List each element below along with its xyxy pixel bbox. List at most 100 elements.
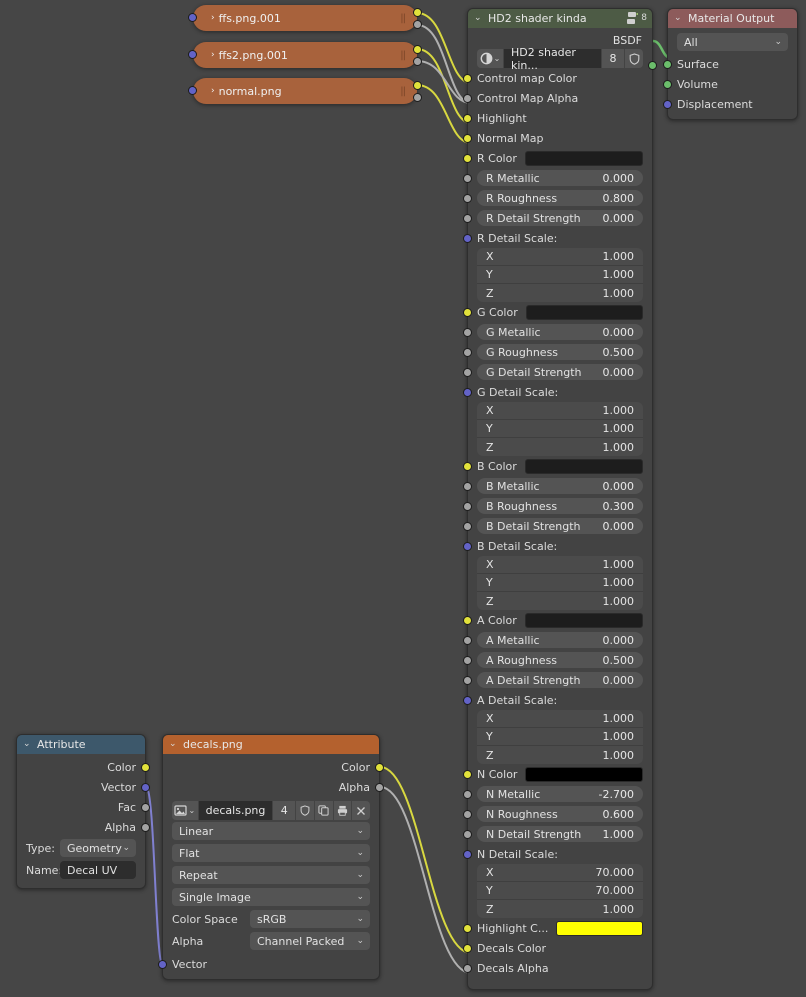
socket-in[interactable] — [463, 308, 472, 317]
input-row-decals-color[interactable]: Decals Color — [463, 938, 652, 958]
socket-alpha-out[interactable] — [141, 823, 150, 832]
socket-in[interactable] — [463, 656, 472, 665]
datablock-name[interactable]: HD2 shader kin... — [504, 46, 601, 72]
socket-in[interactable] — [463, 174, 472, 183]
input-row-control-map-color[interactable]: Control map Color — [463, 68, 652, 88]
vector-component-x[interactable]: X 1.000 — [477, 710, 643, 728]
socket-color-out[interactable] — [141, 763, 150, 772]
vector-field-group[interactable]: X 1.000 Y 1.000 Z 1.000 — [477, 402, 643, 456]
value-slider[interactable]: A Roughness 0.500 — [477, 652, 643, 668]
socket-in[interactable] — [463, 696, 472, 705]
vector-component-y[interactable]: Y 70.000 — [477, 882, 643, 900]
image-setting-dropdown-3[interactable]: Single Image ⌄ — [172, 888, 370, 906]
node-header[interactable]: ⌄ HD2 shader kinda 8 — [468, 9, 652, 28]
input-row-n-color[interactable]: N Color — [463, 764, 652, 784]
collapsed-node-ffs2-png[interactable]: › ffs2.png.001 || — [188, 42, 422, 68]
socket-in[interactable] — [463, 134, 472, 143]
vector-field-group[interactable]: X 1.000 Y 1.000 Z 1.000 — [477, 556, 643, 610]
vector-component-z[interactable]: Z 1.000 — [477, 900, 643, 918]
value-slider[interactable]: A Detail Strength 0.000 — [477, 672, 643, 688]
node-header[interactable]: ⌄ Material Output — [668, 9, 797, 28]
image-datablock-selector[interactable]: ⌄ decals.png 4 — [172, 801, 370, 820]
value-slider[interactable]: N Detail Strength 1.000 — [477, 826, 643, 842]
socket-in[interactable] — [463, 74, 472, 83]
socket-in[interactable] — [463, 964, 472, 973]
socket-color-out[interactable] — [413, 81, 422, 90]
vector-component-y[interactable]: Y 1.000 — [477, 728, 643, 746]
socket-in[interactable] — [463, 368, 472, 377]
fake-user-shield-icon[interactable] — [625, 49, 643, 68]
color-swatch[interactable] — [524, 150, 643, 166]
input-row-b-detail-scale[interactable]: B Detail Scale: — [463, 536, 652, 556]
socket-displacement-in[interactable] — [663, 100, 672, 109]
input-row-normal-map[interactable]: Normal Map — [463, 128, 652, 148]
collapse-triangle-icon[interactable]: ⌄ — [169, 740, 180, 749]
socket-in[interactable] — [463, 462, 472, 471]
value-slider[interactable]: R Detail Strength 0.000 — [477, 210, 643, 226]
input-row-b-metallic[interactable]: B Metallic 0.000 — [463, 476, 652, 496]
type-dropdown[interactable]: Geometry ⌄ — [60, 839, 136, 857]
output-row-alpha[interactable]: Alpha — [17, 817, 150, 837]
input-row-a-metallic[interactable]: A Metallic 0.000 — [463, 630, 652, 650]
collapse-triangle-icon[interactable]: › — [211, 50, 215, 60]
collapse-triangle-icon[interactable]: ⌄ — [23, 740, 34, 749]
socket-in[interactable] — [463, 234, 472, 243]
output-row-fac[interactable]: Fac — [17, 797, 150, 817]
socket-in[interactable] — [463, 676, 472, 685]
input-row-surface[interactable]: Surface — [663, 54, 797, 74]
input-row-n-roughness[interactable]: N Roughness 0.600 — [463, 804, 652, 824]
collapse-triangle-icon[interactable]: ⌄ — [474, 14, 485, 23]
value-slider[interactable]: A Metallic 0.000 — [477, 632, 643, 648]
socket-vector-in[interactable] — [188, 13, 197, 22]
node-hd2-shader[interactable]: ⌄ HD2 shader kinda 8 BSDF ⌄ HD2 shader k… — [463, 8, 657, 990]
node-header[interactable]: ⌄ decals.png — [163, 735, 379, 754]
value-slider[interactable]: N Metallic -2.700 — [477, 786, 643, 802]
socket-in[interactable] — [463, 790, 472, 799]
image-setting-dropdown-0[interactable]: Linear ⌄ — [172, 822, 370, 840]
output-row-color[interactable]: Color — [17, 757, 150, 777]
input-row-r-roughness[interactable]: R Roughness 0.800 — [463, 188, 652, 208]
input-row-r-detail-strength[interactable]: R Detail Strength 0.000 — [463, 208, 652, 228]
input-row-n-metallic[interactable]: N Metallic -2.700 — [463, 784, 652, 804]
socket-in[interactable] — [463, 924, 472, 933]
value-slider[interactable]: R Metallic 0.000 — [477, 170, 643, 186]
socket-in[interactable] — [463, 850, 472, 859]
input-row-a-detail-strength[interactable]: A Detail Strength 0.000 — [463, 670, 652, 690]
vector-component-x[interactable]: X 70.000 — [477, 864, 643, 882]
socket-alpha-out[interactable] — [413, 57, 422, 66]
datablock-name[interactable]: decals.png — [198, 801, 273, 820]
input-row-r-detail-scale[interactable]: R Detail Scale: — [463, 228, 652, 248]
socket-in[interactable] — [463, 94, 472, 103]
socket-alpha-out[interactable] — [413, 93, 422, 102]
vector-component-z[interactable]: Z 1.000 — [477, 438, 643, 456]
socket-surface-in[interactable] — [663, 60, 672, 69]
socket-in[interactable] — [463, 482, 472, 491]
socket-alpha-out[interactable] — [375, 783, 384, 792]
socket-vector-in[interactable] — [188, 86, 197, 95]
input-row-control-map-alpha[interactable]: Control Map Alpha — [463, 88, 652, 108]
input-row-g-detail-scale[interactable]: G Detail Scale: — [463, 382, 652, 402]
image-setting-dropdown-2[interactable]: Repeat ⌄ — [172, 866, 370, 884]
setting-dropdown-alpha[interactable]: Channel Packed ⌄ — [250, 932, 370, 950]
socket-volume-in[interactable] — [663, 80, 672, 89]
chevron-down-icon[interactable]: ⌄ — [188, 806, 195, 815]
color-swatch[interactable] — [525, 766, 643, 782]
input-row-a-roughness[interactable]: A Roughness 0.500 — [463, 650, 652, 670]
socket-in[interactable] — [463, 830, 472, 839]
socket-in[interactable] — [463, 542, 472, 551]
value-slider[interactable]: B Detail Strength 0.000 — [477, 518, 643, 534]
input-row-decals-alpha[interactable]: Decals Alpha — [463, 958, 652, 978]
value-slider[interactable]: N Roughness 0.600 — [477, 806, 643, 822]
color-swatch[interactable] — [556, 920, 643, 936]
input-row-g-detail-strength[interactable]: G Detail Strength 0.000 — [463, 362, 652, 382]
datablock-users[interactable]: 4 — [273, 801, 296, 820]
socket-in[interactable] — [463, 328, 472, 337]
socket-in[interactable] — [463, 388, 472, 397]
collapse-triangle-icon[interactable]: › — [211, 86, 215, 96]
socket-color-out[interactable] — [413, 45, 422, 54]
output-row-color[interactable]: Color — [163, 757, 384, 777]
value-slider[interactable]: B Roughness 0.300 — [477, 498, 643, 514]
value-slider[interactable]: B Metallic 0.000 — [477, 478, 643, 494]
socket-in[interactable] — [463, 502, 472, 511]
input-row-r-color[interactable]: R Color — [463, 148, 652, 168]
